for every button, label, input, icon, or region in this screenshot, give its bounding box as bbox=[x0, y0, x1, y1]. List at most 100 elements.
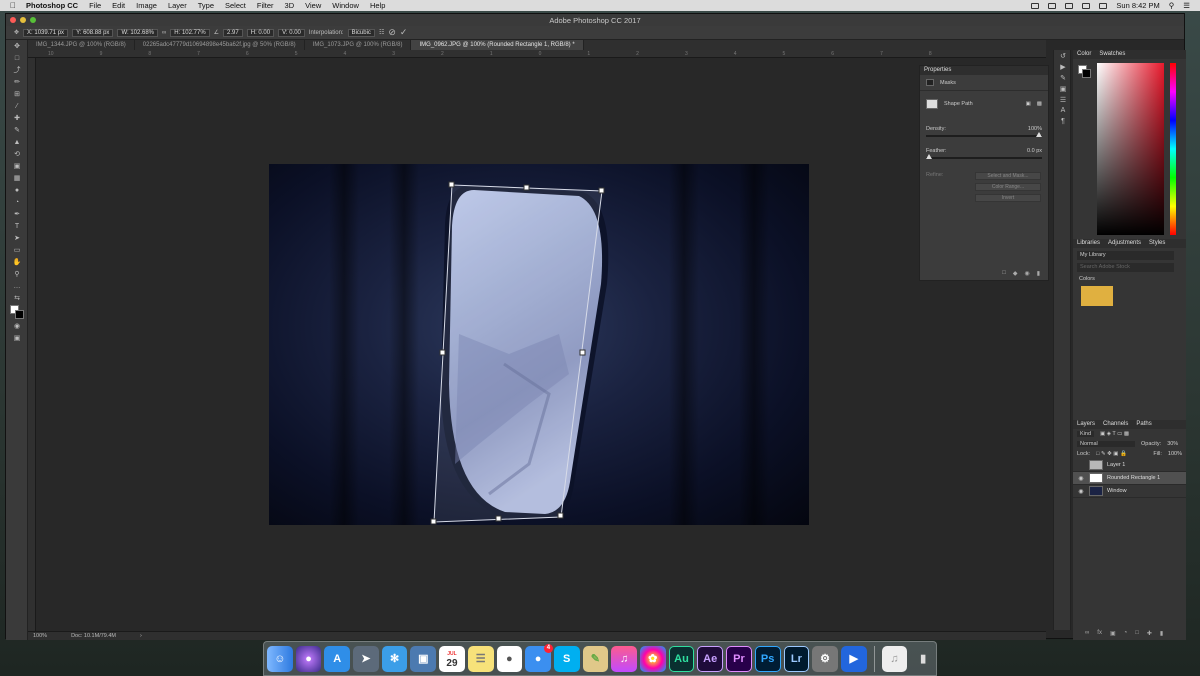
feather-value[interactable]: 0.0 px bbox=[1027, 148, 1042, 154]
fill-value[interactable]: 100% bbox=[1168, 451, 1182, 457]
finder-icon[interactable]: ☺ bbox=[267, 645, 293, 672]
lock-icons[interactable]: □ ✎ ✥ ▣ 🔒 bbox=[1096, 451, 1127, 457]
layer-name[interactable]: Rounded Rectangle 1 bbox=[1107, 475, 1160, 481]
group-icon[interactable]: □ bbox=[1135, 630, 1139, 637]
density-slider[interactable] bbox=[926, 132, 1042, 137]
angle-field[interactable]: 2.97 bbox=[223, 28, 243, 37]
minimize-button[interactable] bbox=[20, 17, 26, 23]
brush-settings-icon[interactable]: ✎ bbox=[1054, 72, 1072, 83]
library-select[interactable]: My Library bbox=[1077, 251, 1174, 260]
transform-handle[interactable] bbox=[579, 349, 586, 356]
type-tool-icon[interactable]: T bbox=[6, 220, 28, 232]
menu-layer[interactable]: Layer bbox=[168, 1, 187, 10]
cancel-icon[interactable]: ⊘ bbox=[388, 27, 396, 38]
tab-swatches[interactable]: Swatches bbox=[1099, 50, 1125, 59]
invert-button[interactable]: Invert bbox=[975, 194, 1041, 202]
menu-file[interactable]: File bbox=[89, 1, 101, 10]
transform-handle[interactable] bbox=[495, 515, 502, 522]
hskew-field[interactable]: H: 0.00 bbox=[246, 28, 275, 37]
canvas-area[interactable] bbox=[36, 58, 1046, 631]
zoom-level[interactable]: 100% bbox=[33, 632, 47, 640]
filter-icons[interactable]: ▣ ◈ T ▭ ▩ bbox=[1100, 431, 1129, 437]
tab-adjustments[interactable]: Adjustments bbox=[1108, 239, 1141, 248]
stock-search-input[interactable]: Search Adobe Stock bbox=[1077, 263, 1174, 272]
fx-icon[interactable]: fx bbox=[1097, 630, 1102, 637]
status-arrow-icon[interactable]: › bbox=[140, 632, 142, 640]
app-store-icon[interactable]: A bbox=[324, 645, 351, 672]
adjustment-icon[interactable]: ◔ bbox=[1124, 630, 1128, 637]
itunes-document-icon[interactable]: ♫ bbox=[881, 645, 908, 672]
layer-name[interactable]: Layer 1 bbox=[1107, 462, 1125, 468]
layer-row[interactable]: ◉ Window bbox=[1073, 485, 1186, 498]
swap-colors-icon[interactable]: ⇆ bbox=[6, 292, 28, 304]
history-icon[interactable]: ↺ bbox=[1054, 50, 1072, 61]
layer-row[interactable]: Layer 1 bbox=[1073, 459, 1186, 472]
colors-group-label[interactable]: Colors bbox=[1073, 272, 1186, 286]
feather-slider[interactable] bbox=[926, 154, 1042, 159]
link-icon[interactable]: ∞ bbox=[162, 30, 166, 36]
blend-mode-select[interactable]: Normal bbox=[1077, 441, 1135, 447]
menu-3d[interactable]: 3D bbox=[285, 1, 295, 10]
lasso-tool-icon[interactable]: ⤴ bbox=[6, 64, 28, 76]
transform-handle[interactable] bbox=[523, 184, 530, 191]
hand-tool-icon[interactable]: ✋ bbox=[6, 256, 28, 268]
eraser-tool-icon[interactable]: ▣ bbox=[6, 160, 28, 172]
hue-slider[interactable] bbox=[1170, 63, 1176, 235]
trash-icon[interactable]: ▮ bbox=[910, 646, 936, 672]
healing-tool-icon[interactable]: ✚ bbox=[6, 112, 28, 124]
transform-handle[interactable] bbox=[430, 518, 437, 525]
interpolation-select[interactable]: Bicubic bbox=[347, 28, 375, 37]
vskew-field[interactable]: V: 0.00 bbox=[278, 28, 305, 37]
apple-icon[interactable]:  bbox=[10, 1, 16, 10]
itunes-icon[interactable]: ♫ bbox=[611, 645, 637, 672]
clone-source-icon[interactable]: ▣ bbox=[1054, 83, 1072, 94]
properties-icon[interactable]: ☰ bbox=[1054, 94, 1072, 105]
messages-icon[interactable]: ● 4 bbox=[525, 643, 553, 672]
tab-img-0962[interactable]: IMG_0962.JPG @ 100% (Rounded Rectangle 1… bbox=[411, 40, 584, 50]
transform-handle[interactable] bbox=[557, 512, 564, 519]
eye-icon[interactable]: ◉ bbox=[1077, 475, 1085, 482]
transform-handle[interactable] bbox=[448, 181, 455, 188]
select-and-mask-button[interactable]: Select and Mask... bbox=[975, 172, 1041, 180]
tab-img-1073[interactable]: IMG_1073.JPG @ 100% (RGB/8) bbox=[305, 40, 412, 50]
audition-icon[interactable]: Au bbox=[668, 645, 695, 672]
menu-help[interactable]: Help bbox=[370, 1, 385, 10]
zoom-button[interactable] bbox=[30, 17, 36, 23]
apply-mask-icon[interactable]: ◆ bbox=[1013, 270, 1018, 277]
close-button[interactable] bbox=[10, 17, 16, 23]
tab-channels[interactable]: Channels bbox=[1103, 420, 1128, 429]
load-selection-icon[interactable]: □ bbox=[1002, 270, 1006, 277]
document-image[interactable] bbox=[269, 164, 809, 525]
library-color-swatch[interactable] bbox=[1081, 286, 1113, 306]
premiere-icon[interactable]: Pr bbox=[726, 645, 752, 672]
h-field[interactable]: H: 102.77% bbox=[170, 28, 210, 37]
opacity-value[interactable]: 30% bbox=[1167, 441, 1178, 447]
screen-icon[interactable] bbox=[1031, 2, 1040, 9]
tab-libraries[interactable]: Libraries bbox=[1077, 239, 1100, 248]
add-mask-icon[interactable]: ▣ bbox=[1026, 101, 1031, 107]
volume-icon[interactable] bbox=[1082, 2, 1091, 9]
preview-icon[interactable]: ▣ bbox=[410, 645, 437, 672]
commit-icon[interactable]: ✓ bbox=[400, 27, 408, 38]
quick-select-tool-icon[interactable]: ✏ bbox=[6, 76, 28, 88]
visibility-icon[interactable]: ◉ bbox=[1024, 270, 1029, 277]
menu-edit[interactable]: Edit bbox=[112, 1, 125, 10]
tab-layers[interactable]: Layers bbox=[1077, 420, 1095, 429]
shape-tool-icon[interactable]: ▭ bbox=[6, 244, 28, 256]
path-select-tool-icon[interactable]: ➤ bbox=[6, 232, 28, 244]
launchpad-icon[interactable]: ➤ bbox=[353, 645, 379, 672]
menu-select[interactable]: Select bbox=[225, 1, 246, 10]
menu-type[interactable]: Type bbox=[198, 1, 214, 10]
w-field[interactable]: W: 102.68% bbox=[117, 28, 159, 37]
zoom-tool-icon[interactable]: ⚲ bbox=[6, 268, 28, 280]
add-mask-icon[interactable]: ▣ bbox=[1110, 630, 1116, 637]
quick-mask-icon[interactable]: ◉ bbox=[6, 320, 28, 332]
photoshop-icon[interactable]: Ps bbox=[754, 645, 781, 672]
pen-tool-icon[interactable]: ✒ bbox=[6, 208, 28, 220]
transform-handle[interactable] bbox=[598, 187, 605, 194]
color-range-button[interactable]: Color Range... bbox=[975, 183, 1041, 191]
color-swatches[interactable] bbox=[6, 304, 27, 320]
marquee-tool-icon[interactable]: □ bbox=[6, 52, 28, 64]
eyedropper-tool-icon[interactable]: ⁄ bbox=[6, 100, 28, 112]
history-brush-tool-icon[interactable]: ⟲ bbox=[6, 148, 28, 160]
